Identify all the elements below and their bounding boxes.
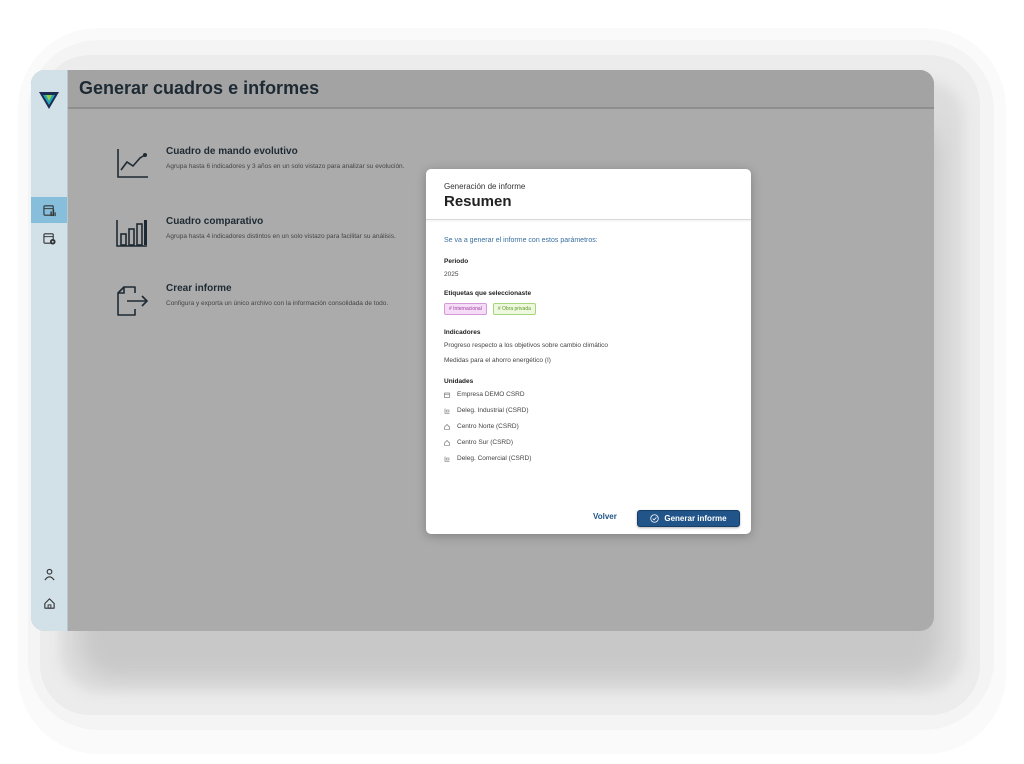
unit-name: Centro Norte (CSRD): [457, 423, 519, 430]
tag-badge: # Obra privada: [492, 303, 536, 315]
unit-name: Empresa DEMO CSRD: [457, 391, 525, 398]
unit-item: Deleg. Industrial (CSRD): [444, 407, 739, 414]
unit-item: Centro Sur (CSRD): [444, 439, 739, 446]
calendar-settings-icon: [42, 232, 56, 245]
sidebar-item-profile[interactable]: [31, 561, 67, 587]
unit-name: Deleg. Comercial (CSRD): [457, 455, 532, 462]
option-description: Agrupa hasta 6 indicadores y 3 años en u…: [166, 163, 405, 170]
page-header: Generar cuadros e informes: [68, 70, 934, 109]
modal-intro: Se va a generar el informe con estos par…: [444, 237, 598, 244]
back-button[interactable]: Volver: [593, 512, 617, 521]
check-circle-icon: [650, 514, 660, 523]
indicators-label: Indicadores: [444, 329, 481, 336]
home-icon: [444, 423, 450, 430]
option-description: Agrupa hasta 4 indicadores distintos en …: [166, 233, 396, 240]
tag-list: # Internacional # Obra privada: [444, 303, 739, 315]
chart-report-icon: [42, 204, 56, 216]
home-icon: [43, 597, 55, 609]
option-title: Cuadro comparativo: [166, 216, 264, 227]
period-label: Periodo: [444, 258, 469, 265]
branch-icon: [444, 408, 450, 414]
indicator-item: Medidas para el ahorro energético (I): [444, 357, 551, 364]
tag-badge: # Internacional: [444, 303, 487, 315]
period-value: 2025: [444, 271, 459, 278]
option-description: Configura y exporta un único archivo con…: [166, 300, 389, 307]
home-icon: [444, 439, 450, 446]
logo-icon[interactable]: [39, 90, 59, 110]
user-icon: [43, 568, 55, 580]
units-label: Unidades: [444, 378, 474, 385]
modal-subtitle: Generación de informe: [444, 182, 526, 191]
bar-chart-icon: [116, 220, 147, 247]
generate-report-button[interactable]: Generar informe: [637, 510, 740, 527]
unit-item: Deleg. Comercial (CSRD): [444, 455, 739, 462]
tags-label: Etiquetas que seleccionaste: [444, 290, 532, 297]
unit-item: Empresa DEMO CSRD: [444, 391, 739, 398]
export-file-icon: [117, 286, 149, 316]
sidebar-item-dashboards[interactable]: [31, 197, 67, 223]
branch-icon: [444, 456, 450, 462]
summary-modal: Generación de informe Resumen Se va a ge…: [426, 169, 751, 534]
unit-item: Centro Norte (CSRD): [444, 423, 739, 430]
line-chart-icon: [117, 149, 148, 178]
option-title: Crear informe: [166, 283, 232, 294]
indicator-item: Progreso respecto a los objetivos sobre …: [444, 342, 609, 349]
generate-report-label: Generar informe: [664, 514, 727, 523]
modal-title: Resumen: [444, 193, 512, 210]
modal-body: Se va a generar el informe con estos par…: [444, 237, 739, 471]
modal-header: Generación de informe Resumen: [426, 169, 751, 220]
option-title: Cuadro de mando evolutivo: [166, 146, 298, 157]
sidebar: [31, 70, 68, 631]
unit-name: Deleg. Industrial (CSRD): [457, 407, 529, 414]
sidebar-item-settings[interactable]: [31, 225, 67, 251]
sidebar-item-home[interactable]: [31, 590, 67, 616]
page-title: Generar cuadros e informes: [79, 78, 320, 98]
unit-name: Centro Sur (CSRD): [457, 439, 513, 446]
modal-footer: Volver Generar informe: [426, 510, 751, 528]
building-icon: [444, 392, 450, 398]
